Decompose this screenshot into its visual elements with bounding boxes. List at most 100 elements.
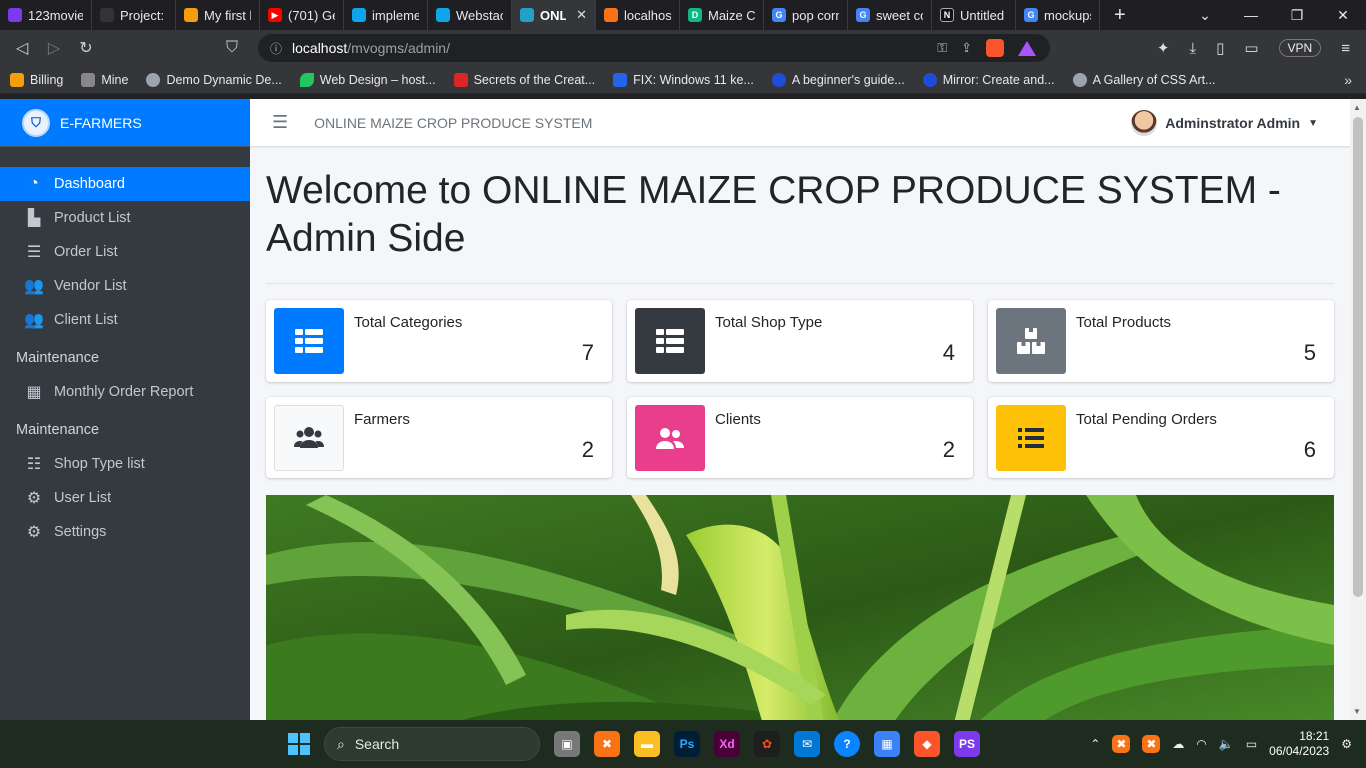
- caret-down-icon: ▼: [1308, 117, 1318, 129]
- browser-tab[interactable]: Gpop corn: [764, 0, 848, 30]
- info-box-value: 2: [942, 437, 955, 462]
- tab-search-icon[interactable]: ⌄: [1182, 7, 1228, 24]
- taskbar-clock[interactable]: 18:21 06/04/2023: [1269, 729, 1329, 759]
- windows-start-icon[interactable]: [288, 733, 310, 755]
- system-title: ONLINE MAIZE CROP PRODUCE SYSTEM: [314, 114, 593, 131]
- scroll-up-icon[interactable]: ▲: [1353, 103, 1361, 112]
- vpn-button[interactable]: VPN: [1278, 39, 1322, 57]
- more-bookmarks-icon[interactable]: »: [1344, 72, 1352, 88]
- phpstorm-icon[interactable]: PS: [954, 731, 980, 757]
- scrollbar-thumb[interactable]: [1353, 117, 1363, 597]
- bookmark-item[interactable]: Mirror: Create and...: [922, 72, 1055, 87]
- bookmark-item[interactable]: FIX: Windows 11 ke...: [613, 72, 754, 87]
- brand-link[interactable]: ⛉ E-FARMERS: [0, 99, 250, 147]
- top-navbar: ☰ ONLINE MAIZE CROP PRODUCE SYSTEM Admin…: [250, 99, 1350, 147]
- new-tab-button[interactable]: +: [1100, 4, 1140, 27]
- hamburger-icon[interactable]: ☰: [272, 112, 288, 133]
- notion-icon: N: [940, 8, 954, 22]
- share-icon[interactable]: ⇪: [961, 40, 972, 56]
- info-box-total-pending-orders: Total Pending Orders 6: [988, 397, 1334, 478]
- sidebar-item-shop-type-list[interactable]: ☷ Shop Type list: [0, 447, 250, 481]
- figma-icon[interactable]: ✿: [754, 731, 780, 757]
- downloads-icon[interactable]: ⤓: [1189, 40, 1196, 57]
- sidebar-item-product-list[interactable]: ▙ Product List: [0, 201, 250, 235]
- bookmark-item[interactable]: Demo Dynamic De...: [146, 72, 282, 87]
- browser-tab[interactable]: impleme: [344, 0, 428, 30]
- bookmark-item[interactable]: Web Design – host...: [299, 72, 436, 87]
- divider: [266, 283, 1334, 284]
- help-icon[interactable]: ?: [834, 731, 860, 757]
- browser-tab[interactable]: Webstac: [428, 0, 512, 30]
- tab-favicon-icon: [436, 8, 450, 22]
- close-tab-icon[interactable]: ✕: [576, 7, 587, 23]
- forward-icon[interactable]: ▷: [38, 38, 70, 58]
- show-hidden-icons-icon[interactable]: ⌃: [1090, 737, 1100, 751]
- minimize-icon[interactable]: —: [1228, 7, 1274, 24]
- back-icon[interactable]: ◁: [6, 38, 38, 58]
- users-cog-icon: ⚙: [26, 490, 42, 507]
- url-input[interactable]: ⓘ localhost/mvogms/admin/ ⚿ ⇪: [258, 34, 1050, 62]
- sidebar-item-settings[interactable]: ⚙ Settings: [0, 515, 250, 549]
- sidebar-item-vendor-list[interactable]: 👥 Vendor List: [0, 269, 250, 303]
- wifi-icon[interactable]: ◠: [1196, 737, 1206, 751]
- bookmark-favicon-icon: [771, 72, 786, 87]
- scroll-down-icon[interactable]: ▼: [1353, 707, 1361, 716]
- user-friends-icon: [635, 405, 705, 471]
- wallet-icon[interactable]: ▭: [1244, 39, 1258, 57]
- close-window-icon[interactable]: ✕: [1320, 7, 1366, 24]
- xampp-icon[interactable]: ✖: [594, 731, 620, 757]
- sidebar-item-user-list[interactable]: ⚙ User List: [0, 481, 250, 515]
- google-icon: G: [1024, 8, 1038, 22]
- browser-tab[interactable]: Project: V: [92, 0, 176, 30]
- taskbar-search[interactable]: ⌕ Search: [324, 727, 540, 761]
- brave-rewards-icon[interactable]: [1018, 40, 1036, 56]
- notification-icon[interactable]: ⚙: [1341, 737, 1352, 751]
- browser-tab[interactable]: localhost: [596, 0, 680, 30]
- task-view-icon[interactable]: ▣: [554, 731, 580, 757]
- sidebar-item-monthly-order-report[interactable]: ▦ Monthly Order Report: [0, 375, 250, 409]
- browser-tab[interactable]: ▶(701) Get: [260, 0, 344, 30]
- adobe-xd-icon[interactable]: Xd: [714, 731, 740, 757]
- site-info-icon[interactable]: ⓘ: [270, 40, 282, 57]
- browser-tab-active[interactable]: ONLI✕: [512, 0, 596, 30]
- browser-tab[interactable]: 123movie: [0, 0, 92, 30]
- onedrive-icon[interactable]: ☁: [1172, 737, 1184, 751]
- menu-icon[interactable]: ≡: [1341, 40, 1350, 57]
- bookmark-item[interactable]: A Gallery of CSS Art...: [1072, 72, 1216, 87]
- brave-shields-icon[interactable]: [986, 39, 1004, 57]
- bookmark-item[interactable]: Mine: [81, 72, 128, 87]
- browser-tab[interactable]: Gsweet co: [848, 0, 932, 30]
- sidebar-item-client-list[interactable]: 👥 Client List: [0, 303, 250, 337]
- browser-tab[interactable]: N Untitled: [932, 0, 1016, 30]
- reload-icon[interactable]: ↻: [70, 38, 102, 58]
- sidebar-item-dashboard[interactable]: ◔ Dashboard: [0, 167, 250, 201]
- file-explorer-icon[interactable]: ▬: [634, 731, 660, 757]
- bookmark-item[interactable]: A beginner's guide...: [771, 72, 905, 87]
- photoshop-icon[interactable]: Ps: [674, 731, 700, 757]
- xampp-tray-icon[interactable]: ✖: [1142, 735, 1161, 753]
- bookmark-item[interactable]: Secrets of the Creat...: [453, 72, 595, 87]
- brave-browser-icon[interactable]: ◆: [914, 731, 940, 757]
- browser-tab[interactable]: My first b: [176, 0, 260, 30]
- sidebar-toggle-icon[interactable]: ▯: [1216, 39, 1224, 57]
- browser-tab-strip: 123movie Project: V My first b ▶(701) Ge…: [0, 0, 1366, 30]
- browser-tab[interactable]: Gmockups: [1016, 0, 1100, 30]
- page-scrollbar[interactable]: ▲ ▼: [1350, 99, 1366, 720]
- info-box-label: Total Categories: [354, 314, 463, 331]
- battery-icon[interactable]: ▭: [1246, 737, 1257, 751]
- tab-favicon-icon: [8, 8, 22, 22]
- mail-icon[interactable]: ✉: [794, 731, 820, 757]
- xampp-tray-icon[interactable]: ✖: [1112, 735, 1131, 753]
- store-icon[interactable]: ▦: [874, 731, 900, 757]
- key-icon[interactable]: ⚿: [937, 40, 947, 56]
- extensions-icon[interactable]: ✦: [1157, 39, 1170, 57]
- restore-icon[interactable]: ❐: [1274, 7, 1320, 24]
- sidebar-item-order-list[interactable]: ☰ Order List: [0, 235, 250, 269]
- bookmark-icon[interactable]: ⛉: [226, 30, 238, 66]
- volume-icon[interactable]: 🔈: [1219, 737, 1234, 751]
- user-menu[interactable]: Adminstrator Admin ▼: [1131, 99, 1318, 147]
- bookmark-item[interactable]: Billing: [10, 72, 63, 87]
- list-icon: [996, 405, 1066, 471]
- browser-tab[interactable]: D Maize Cr: [680, 0, 764, 30]
- info-box-value: 4: [942, 340, 955, 365]
